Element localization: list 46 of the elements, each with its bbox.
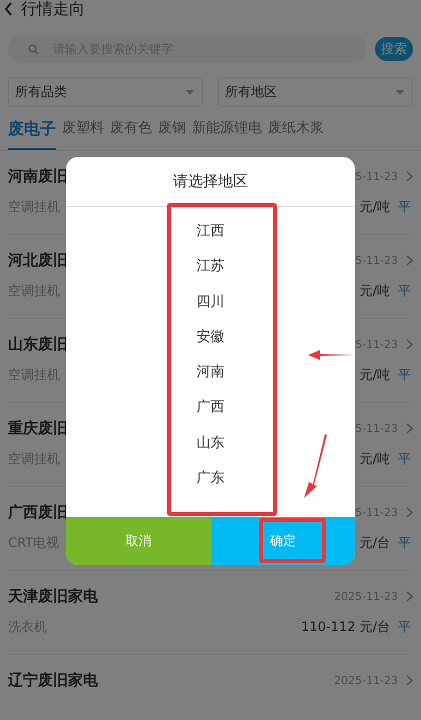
- filter-dropdown[interactable]: 所有地区: [218, 77, 413, 107]
- chevron-icon[interactable]: [406, 339, 413, 350]
- chevron-icon[interactable]: [406, 171, 413, 182]
- chevron-icon[interactable]: [406, 591, 413, 602]
- annotation-arrow: [301, 434, 327, 498]
- page-title: 行情走向: [21, 0, 85, 18]
- chevron-icon[interactable]: [406, 507, 413, 518]
- category-tab[interactable]: 废电子: [8, 119, 56, 150]
- category-tab[interactable]: 废纸木浆: [268, 119, 324, 150]
- item-title: 天津废旧家电: [8, 587, 98, 606]
- chevron-icon[interactable]: [406, 255, 413, 266]
- item-price: 元/吨: [360, 199, 390, 216]
- region-option[interactable]: 河南: [188, 355, 232, 390]
- caret-icon: [186, 90, 194, 94]
- trend-label: 平: [398, 451, 411, 468]
- region-option[interactable]: 广西: [188, 390, 232, 426]
- dialog-title: 请选择地区: [66, 157, 355, 207]
- region-option[interactable]: 山东: [188, 426, 232, 462]
- item-price: 元/台: [360, 535, 390, 552]
- trend-label: 平: [398, 535, 411, 552]
- item-price: 元/吨: [360, 451, 390, 468]
- trend-label: 平: [398, 367, 411, 384]
- trend-label: 平: [398, 619, 411, 636]
- cancel-button[interactable]: 取消: [66, 517, 210, 565]
- region-option[interactable]: 广东: [188, 461, 232, 496]
- trend-label: 平: [398, 283, 411, 300]
- category-tab[interactable]: 新能源锂电: [192, 119, 262, 150]
- search-icon: [28, 44, 39, 55]
- trend-label: 平: [398, 199, 411, 216]
- chevron-icon[interactable]: [406, 675, 413, 686]
- item-price: 元/吨: [360, 367, 390, 384]
- caret-icon: [396, 90, 404, 94]
- region-option[interactable]: 安徽: [188, 320, 232, 356]
- region-option[interactable]: 四川: [188, 284, 232, 320]
- highlight-frame: [259, 518, 326, 563]
- region-option[interactable]: 江苏: [188, 249, 232, 285]
- item-price: 元/吨: [360, 283, 390, 300]
- back-icon[interactable]: [4, 2, 13, 16]
- item-title: 辽宁废旧家电: [8, 671, 98, 690]
- filter-dropdown[interactable]: 所有品类: [8, 77, 203, 107]
- item-price: 110-112 元/台: [301, 619, 390, 636]
- category-tab[interactable]: 废有色: [110, 119, 152, 150]
- chevron-icon[interactable]: [406, 423, 413, 434]
- category-tab[interactable]: 废塑料: [62, 119, 104, 150]
- category-tab[interactable]: 废钢: [158, 119, 186, 150]
- region-option[interactable]: 江西: [188, 214, 232, 250]
